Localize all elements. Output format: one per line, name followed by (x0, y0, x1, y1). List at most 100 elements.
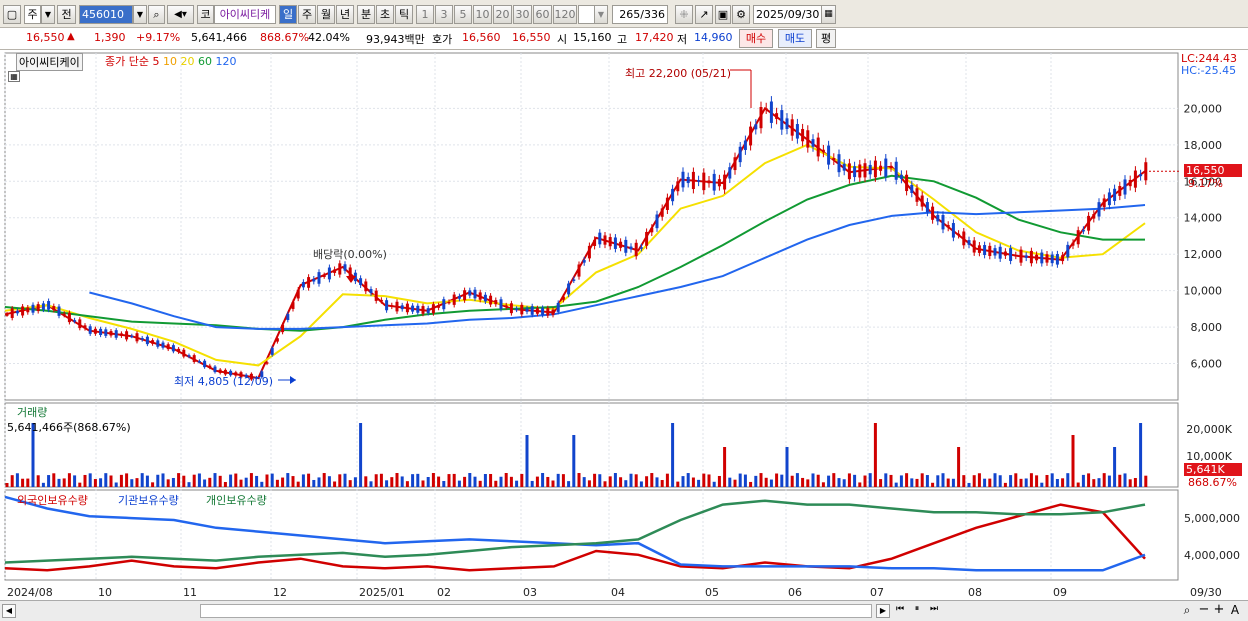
rewind-icon[interactable]: ⏮ (893, 604, 907, 618)
speaker-icon[interactable]: ◀▾ (167, 5, 194, 24)
high-label: 고 (617, 33, 628, 46)
candle-body (962, 231, 966, 246)
zoom-in-icon[interactable]: + (1213, 602, 1225, 617)
interval-5[interactable]: 5 (454, 5, 472, 24)
stock-chart[interactable]: 6,0008,00010,00012,00014,00016,00018,000… (0, 50, 1248, 621)
volume-value: 5,641,466 (191, 31, 247, 44)
candle-body (671, 188, 675, 202)
buy-button[interactable]: 매수 (739, 29, 773, 48)
candle-body (1040, 252, 1044, 264)
zoom-out-icon[interactable]: − (1198, 602, 1210, 617)
candle-body (1035, 254, 1039, 261)
holding-tick-label: 4,000,000 (1184, 549, 1240, 562)
stock-code-input[interactable]: 456010 (79, 5, 133, 24)
period-day[interactable]: 일 (279, 5, 297, 24)
holding-line-2 (4, 499, 1146, 564)
volume-bar (62, 478, 66, 487)
volume-bar (109, 475, 113, 487)
volume-bar (379, 473, 383, 487)
font-size-icon[interactable]: A (1229, 603, 1241, 617)
interval-30[interactable]: 30 (513, 5, 532, 24)
market-select[interactable]: 주 (24, 5, 41, 24)
period-tick[interactable]: 틱 (395, 5, 413, 24)
candle-body (785, 118, 789, 129)
interval-60[interactable]: 60 (533, 5, 552, 24)
candle-body (957, 233, 961, 236)
volume-bar (1092, 479, 1096, 487)
candle-body (1045, 254, 1049, 263)
forward-icon[interactable]: ⏭ (927, 604, 941, 618)
candle-body (847, 163, 851, 180)
scroll-bar[interactable]: ◀ ▶ ⏮ ⏸ ⏭ ⌕ − + A (0, 600, 1248, 621)
volume-bar (1003, 482, 1007, 487)
volume-bar (499, 476, 503, 487)
volume-bar (457, 480, 461, 487)
crosshair-icon[interactable]: ⁜ (675, 5, 693, 24)
code-dropdown-icon[interactable]: ▼ (133, 5, 147, 24)
volume-bar (483, 474, 487, 487)
volume-bar (36, 475, 40, 487)
period-minute[interactable]: 분 (357, 5, 375, 24)
gear-icon[interactable]: ⚙ (732, 5, 750, 24)
date-input[interactable]: 2025/09/30 (753, 5, 823, 24)
interval-20[interactable]: 20 (493, 5, 512, 24)
eval-button[interactable]: 평 (816, 29, 836, 48)
sell-button[interactable]: 매도 (778, 29, 812, 48)
candle-body (821, 149, 825, 153)
turnover-rate: 42.04% (308, 31, 350, 44)
volume-bar (806, 479, 810, 487)
volume-bar (650, 473, 654, 487)
volume-bar (613, 473, 617, 487)
candle-body (905, 174, 909, 192)
x-tick-label: 08 (968, 586, 982, 599)
candle-body (62, 313, 66, 316)
volume-bar (73, 475, 77, 487)
scroll-thumb[interactable] (200, 604, 872, 618)
scroll-right-icon[interactable]: ▶ (876, 604, 890, 618)
volume-bar (915, 478, 919, 487)
interval-3[interactable]: 3 (435, 5, 453, 24)
layout-icon[interactable]: ▢ (3, 5, 21, 24)
draw-icon[interactable]: ↗ (695, 5, 713, 24)
volume-bar (437, 476, 441, 487)
volume-bar (572, 435, 576, 487)
volume-bar (140, 473, 144, 487)
candle-body (1097, 202, 1101, 217)
interval-dropdown-icon[interactable]: ▼ (594, 5, 608, 24)
interval-10[interactable]: 10 (473, 5, 492, 24)
period-month[interactable]: 월 (317, 5, 335, 24)
chevron-down-icon[interactable]: ▼ (41, 5, 55, 24)
table-icon[interactable]: ▦ (8, 71, 20, 82)
prev-button[interactable]: 전 (57, 5, 76, 24)
search-icon[interactable]: ⌕ (148, 5, 165, 24)
candle-body (717, 179, 721, 187)
volume-bar (780, 474, 784, 487)
candle-body (338, 263, 342, 275)
volume-bar (1029, 473, 1033, 487)
volume-bar (421, 480, 425, 487)
volume-bar (447, 474, 451, 487)
calendar-icon[interactable]: ▦ (821, 5, 836, 24)
period-week[interactable]: 주 (298, 5, 316, 24)
save-icon[interactable]: ▣ (715, 5, 731, 24)
period-second[interactable]: 초 (376, 5, 394, 24)
candle-body (577, 264, 581, 277)
foreign-legend: 외국인보유수량 (17, 494, 88, 507)
play-pause-icon[interactable]: ⏸ (910, 604, 924, 618)
scroll-left-icon[interactable]: ◀ (2, 604, 16, 618)
interval-1[interactable]: 1 (416, 5, 434, 24)
candle-body (941, 215, 945, 230)
candle-body (99, 328, 103, 336)
candle-body (889, 166, 893, 169)
interval-120[interactable]: 120 (553, 5, 577, 24)
zoom-icon[interactable]: ⌕ (1180, 603, 1194, 617)
candle-body (1092, 214, 1096, 219)
candle-body (421, 306, 425, 314)
low-annotation: 최저 4,805 (12/09) (174, 375, 274, 388)
volume-bar (983, 478, 987, 487)
period-year[interactable]: 년 (336, 5, 354, 24)
volume-bar (255, 475, 259, 487)
market-prefix[interactable]: 코 (197, 5, 214, 24)
y-tick-label: 10,000 (1184, 285, 1223, 298)
volume-bar (327, 476, 331, 487)
